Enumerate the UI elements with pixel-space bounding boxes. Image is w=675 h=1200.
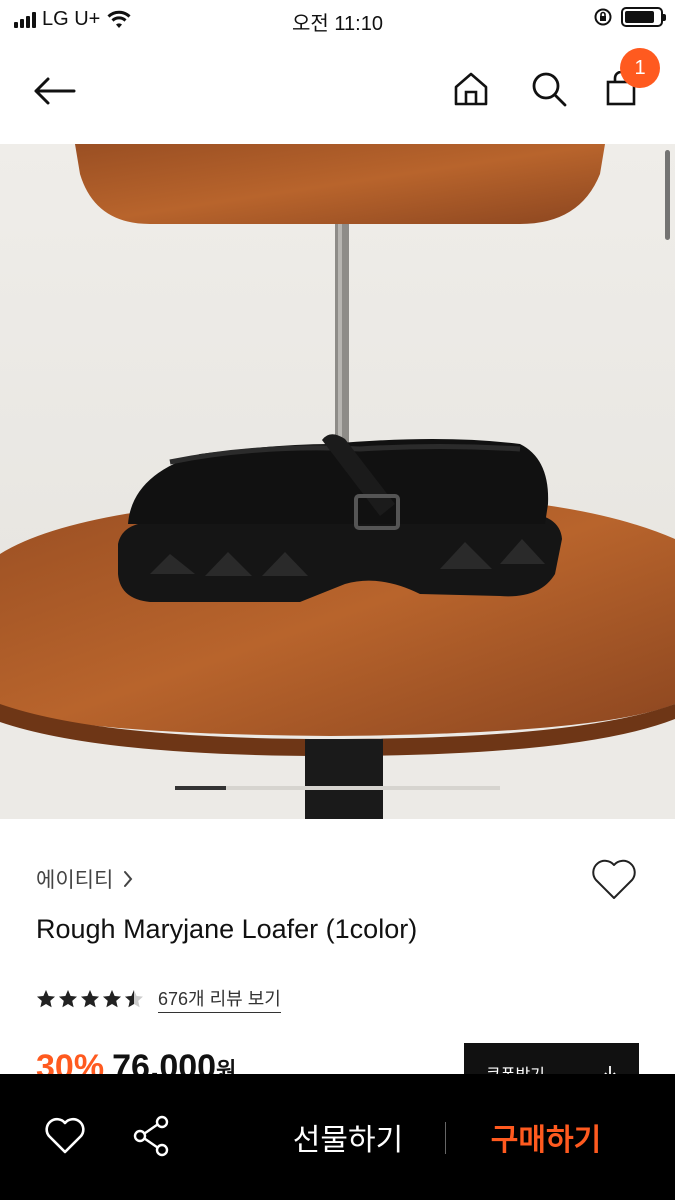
divider (445, 1122, 446, 1154)
rating-row: 676개 리뷰 보기 (36, 985, 281, 1013)
cart-count-badge: 1 (620, 48, 660, 88)
bottom-action-bar: 선물하기 구매하기 (0, 1074, 675, 1200)
share-icon (133, 1115, 169, 1157)
star-icon (81, 990, 99, 1008)
heart-icon (592, 859, 636, 899)
search-icon (532, 72, 567, 107)
back-button[interactable] (24, 68, 84, 114)
back-arrow-icon (34, 77, 76, 105)
star-icon (37, 990, 55, 1008)
search-button[interactable] (526, 66, 572, 112)
brand-link[interactable]: 에이티티 (36, 864, 133, 894)
heart-icon (45, 1117, 85, 1154)
star-icon (59, 990, 77, 1008)
star-icon (125, 990, 143, 1008)
status-icons (593, 7, 666, 27)
battery-icon (621, 7, 666, 27)
star-icon (103, 990, 121, 1008)
image-carousel-active-indicator (175, 786, 226, 790)
product-image[interactable] (0, 144, 675, 819)
product-name: Rough Maryjane Loafer (1color) (36, 914, 418, 944)
buy-button[interactable]: 구매하기 (466, 1112, 626, 1162)
scrollbar[interactable] (665, 150, 670, 240)
review-link[interactable]: 676개 리뷰 보기 (158, 985, 281, 1013)
brand-name: 에이티티 (36, 869, 114, 892)
wishlist-button[interactable] (590, 856, 638, 902)
top-navigation (0, 38, 675, 144)
home-icon (454, 72, 488, 106)
rotation-lock-icon (594, 8, 612, 26)
home-button[interactable] (448, 66, 494, 112)
status-bar: LG U+ 오전 11:10 (0, 0, 675, 38)
gift-button[interactable]: 선물하기 (268, 1112, 428, 1162)
bottom-wishlist-button[interactable] (44, 1116, 86, 1158)
rating-stars (36, 989, 144, 1009)
share-button[interactable] (130, 1114, 174, 1158)
chevron-right-icon (124, 871, 133, 887)
product-photo (0, 144, 675, 819)
clock: 오전 11:10 (292, 13, 383, 35)
